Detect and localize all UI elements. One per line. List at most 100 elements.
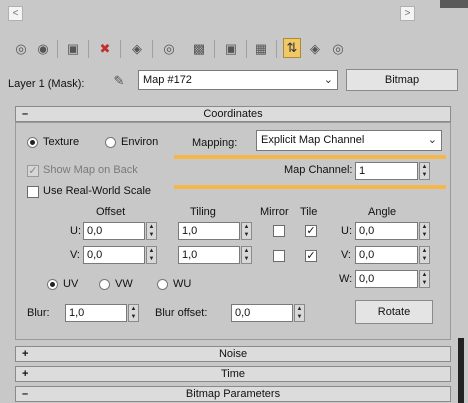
angle-v-label: V: [341,249,351,261]
angle-u-input[interactable]: 0,0 [355,222,418,240]
map-type-button[interactable]: Bitmap [346,69,458,91]
angle-header: Angle [368,206,397,218]
wu-radio[interactable] [157,279,168,290]
material-id-icon[interactable]: ▩ [190,40,208,58]
angle-v-input[interactable]: 0,0 [355,246,418,264]
toolbar-separator [120,40,121,58]
blur-offset-label: Blur offset: [155,307,208,319]
vw-radio[interactable] [99,279,110,290]
tiling-v-input[interactable]: 1,0 [178,246,240,264]
sibling-icon[interactable]: ◎ [329,40,347,58]
angle-w-label: W: [339,273,353,285]
top-scroll-area [0,0,468,30]
texture-radio[interactable] [27,137,38,148]
blur-label: Blur: [27,307,50,319]
blur-input[interactable]: 1,0 [65,304,127,322]
map-channel-spinner[interactable]: ▲ ▼ [419,162,430,180]
toolbar-separator [88,40,89,58]
offset-v-label: V: [70,249,80,261]
angle-v-spinner[interactable]: ▲ ▼ [419,246,430,264]
coordinates-rollout-header[interactable]: – Coordinates [15,106,451,122]
time-rollout-header[interactable]: + Time [15,366,451,382]
tile-u-checkbox[interactable]: ✓ [305,225,317,237]
offset-u-input[interactable]: 0,0 [83,222,145,240]
coordinates-title: Coordinates [203,108,263,120]
assign-to-selection-icon[interactable]: ▣ [64,40,82,58]
noise-title: Noise [218,348,248,360]
highlight-bar [174,155,446,159]
tiling-u-spinner[interactable]: ▲ ▼ [241,222,252,240]
put-to-library-icon[interactable]: ◎ [160,40,178,58]
tiling-v-spinner[interactable]: ▲ ▼ [241,246,252,264]
wu-label: WU [173,278,192,290]
collapse-icon: – [22,108,29,120]
use-real-world-scale-checkbox[interactable] [27,186,39,198]
expand-icon: + [22,348,29,360]
show-map-on-back-label: Show Map on Back [43,164,138,176]
tiling-header: Tiling [190,206,216,218]
toolbar-separator [276,40,277,58]
environ-label: Environ [121,136,159,148]
mapping-label: Mapping: [192,137,238,149]
tile-header: Tile [300,206,318,218]
blur-offset-input[interactable]: 0,0 [231,304,293,322]
chevron-down-icon: ⌄ [427,134,437,146]
get-material-icon[interactable]: ◎ [12,40,30,58]
mirror-v-checkbox[interactable] [273,250,285,262]
tile-v-checkbox[interactable]: ✓ [305,250,317,262]
collapse-icon: – [22,388,29,400]
offset-v-input[interactable]: 0,0 [83,246,145,264]
toolbar-separator [214,40,215,58]
rotate-button[interactable]: Rotate [355,300,433,324]
offset-u-label: U: [70,225,81,237]
eyedropper-icon[interactable]: ✎ [110,72,128,90]
scroll-right-button[interactable]: > [400,6,415,21]
map-channel-label: Map Channel: [284,164,353,176]
environ-radio[interactable] [105,137,116,148]
angle-w-input[interactable]: 0,0 [355,270,418,288]
map-name-value: Map #172 [143,74,192,86]
chevron-down-icon: ⌄ [323,74,333,86]
vw-label: VW [115,278,133,290]
show-map-on-back-checkbox[interactable]: ✓ [27,165,39,177]
map-name-dropdown[interactable]: Map #172 ⌄ [138,70,338,90]
mirror-u-checkbox[interactable] [273,225,285,237]
toolbar-separator [57,40,58,58]
offset-u-spinner[interactable]: ▲ ▼ [146,222,157,240]
map-channel-input[interactable]: 1 [355,162,418,180]
mapping-dropdown[interactable]: Explicit Map Channel ⌄ [256,130,442,151]
toolbar-separator [152,40,153,58]
toolbar-separator [246,40,247,58]
uv-label: UV [63,278,79,290]
uv-radio[interactable] [47,279,58,290]
use-real-world-scale-label: Use Real-World Scale [43,185,152,197]
highlight-bar [174,185,446,189]
show-map-icon[interactable]: ▣ [222,40,240,58]
reset-map-icon[interactable]: ✖ [96,40,114,58]
layer-label: Layer 1 (Mask): [8,78,85,90]
offset-v-spinner[interactable]: ▲ ▼ [146,246,157,264]
tiling-u-input[interactable]: 1,0 [178,222,240,240]
bitmap-parameters-title: Bitmap Parameters [185,388,281,400]
texture-label: Texture [43,136,80,148]
material-toolbar: ◎ ◉ ▣ ✖ ◈ ◎ ▩ ▣ ▦ ⇅ ◈ ◎ [0,38,468,60]
go-to-parent-icon[interactable]: ⇅ [283,38,301,58]
blur-spinner[interactable]: ▲ ▼ [128,304,139,322]
noise-rollout-header[interactable]: + Noise [15,346,451,362]
put-to-scene-icon[interactable]: ◉ [34,40,52,58]
mirror-header: Mirror [260,206,289,218]
blur-offset-spinner[interactable]: ▲ ▼ [294,304,305,322]
scroll-left-button[interactable]: < [8,6,23,21]
bitmap-parameters-rollout-header[interactable]: – Bitmap Parameters [15,386,451,402]
mapping-value: Explicit Map Channel [261,134,365,146]
offset-header: Offset [96,206,126,218]
angle-u-spinner[interactable]: ▲ ▼ [419,222,430,240]
make-unique-icon[interactable]: ◈ [128,40,146,58]
viewport-edge [440,0,468,8]
go-forward-icon[interactable]: ◈ [306,40,324,58]
background-icon[interactable]: ▦ [252,40,270,58]
time-title: Time [220,368,246,380]
expand-icon: + [22,368,29,380]
angle-w-spinner[interactable]: ▲ ▼ [419,270,430,288]
vertical-scrollbar[interactable] [458,338,464,403]
